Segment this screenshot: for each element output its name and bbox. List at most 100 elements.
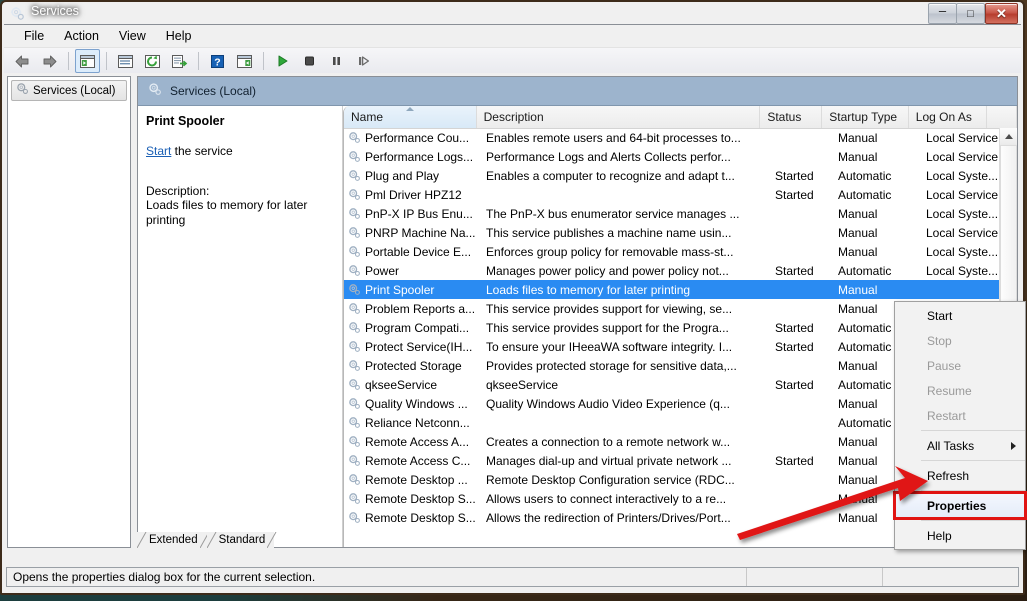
column-header-name[interactable]: Name <box>344 106 477 128</box>
chevron-up-icon <box>1004 134 1013 139</box>
service-name-label: qkseeService <box>365 377 438 392</box>
service-description-cell: Performance Logs and Alerts Collects per… <box>486 149 731 164</box>
service-name-label: PNRP Machine Na... <box>365 225 476 240</box>
action-suffix-label: the service <box>171 144 233 158</box>
menu-file[interactable]: File <box>14 27 54 45</box>
table-row[interactable]: Plug and Play Enables a computer to recog… <box>344 166 1000 185</box>
menu-help[interactable]: Help <box>156 27 202 45</box>
context-menu-separator <box>921 490 1025 491</box>
service-description-cell: Creates a connection to a remote network… <box>486 434 731 449</box>
service-name-cell: Performance Logs... <box>344 150 479 164</box>
service-name-label: Quality Windows ... <box>365 396 468 411</box>
tab-extended[interactable]: Extended <box>137 532 210 548</box>
minimize-button[interactable]: – <box>928 3 957 24</box>
context-menu-item-label: Stop <box>927 333 952 348</box>
forward-icon[interactable] <box>37 49 62 73</box>
content-area: Services (Local) Services (Local) Print … <box>4 73 1021 551</box>
column-header-blank[interactable] <box>987 106 1017 128</box>
services-gear-icon <box>16 82 29 100</box>
status-bar-segment <box>882 568 1018 586</box>
table-row[interactable]: Power Manages power policy and power poli… <box>344 261 1000 280</box>
service-name-label: Remote Access C... <box>365 453 471 468</box>
context-menu-item-resume: Resume <box>895 378 1025 403</box>
service-startup-type-cell: Manual <box>838 225 878 240</box>
table-row[interactable]: PnP-X IP Bus Enu... The PnP-X bus enumera… <box>344 204 1000 223</box>
properties-icon[interactable] <box>113 49 138 73</box>
console-tree-pane: Services (Local) <box>7 76 131 548</box>
table-row[interactable]: Print Spooler Loads files to memory for l… <box>344 280 1000 299</box>
service-description-cell: Allows the redirection of Printers/Drive… <box>486 510 731 525</box>
service-detail-action: Start the service <box>146 144 332 158</box>
table-row[interactable]: Performance Logs... Performance Logs and … <box>344 147 1000 166</box>
window-title: Services <box>31 4 79 18</box>
close-button[interactable]: ✕ <box>985 3 1018 24</box>
menu-action[interactable]: Action <box>54 27 109 45</box>
tree-item-services-local[interactable]: Services (Local) <box>11 80 127 101</box>
service-logon-cell: Local Syste... <box>926 263 999 278</box>
pane-splitter[interactable] <box>132 76 136 548</box>
table-row[interactable]: Pml Driver HPZ12 Started Automatic Local Se… <box>344 185 1000 204</box>
table-row[interactable]: PNRP Machine Na... This service publishes… <box>344 223 1000 242</box>
results-pane-body: Print Spooler Start the service Descript… <box>138 106 1017 547</box>
service-name-cell: Plug and Play <box>344 169 479 183</box>
service-startup-type-cell: Manual <box>838 130 878 145</box>
context-menu-separator <box>921 520 1025 521</box>
service-name-cell: Protected Storage <box>344 359 479 373</box>
context-menu-item-all-tasks[interactable]: All Tasks <box>895 433 1025 458</box>
start-service-icon[interactable] <box>270 49 295 73</box>
column-header-log-on-as[interactable]: Log On As <box>909 106 988 128</box>
column-header-startup-type[interactable]: Startup Type <box>822 106 909 128</box>
services-gear-icon <box>10 6 25 21</box>
context-menu-item-start[interactable]: Start <box>895 303 1025 328</box>
service-status-cell: Started <box>775 339 814 354</box>
service-description-cell: Provides protected storage for sensitive… <box>486 358 737 373</box>
service-name-cell: Quality Windows ... <box>344 397 479 411</box>
service-logon-cell: Local Syste... <box>926 168 999 183</box>
service-logon-cell: Local Syste... <box>926 244 999 259</box>
restart-service-icon[interactable] <box>351 49 376 73</box>
service-description-cell: Quality Windows Audio Video Experience (… <box>486 396 730 411</box>
show-action-pane-icon[interactable] <box>232 49 257 73</box>
table-row[interactable]: Performance Cou... Enables remote users a… <box>344 128 1000 147</box>
service-name-label: Performance Logs... <box>365 149 474 164</box>
tab-label: Extended <box>149 534 198 546</box>
pause-service-icon[interactable] <box>324 49 349 73</box>
help-icon[interactable]: ? <box>205 49 230 73</box>
service-description-cell: Allows users to connect interactively to… <box>486 491 727 506</box>
service-status-cell: Started <box>775 187 814 202</box>
stop-service-icon[interactable] <box>297 49 322 73</box>
service-startup-type-cell: Manual <box>838 282 878 297</box>
service-name-label: Protect Service(IH... <box>365 339 473 354</box>
service-startup-type-cell: Automatic <box>838 187 892 202</box>
service-name-cell: qkseeService <box>344 378 479 392</box>
tab-standard[interactable]: Standard <box>206 532 277 548</box>
context-menu-item-refresh[interactable]: Refresh <box>895 463 1025 488</box>
column-header-description[interactable]: Description <box>477 106 761 128</box>
service-startup-type-cell: Manual <box>838 149 878 164</box>
column-header-status[interactable]: Status <box>760 106 823 128</box>
results-pane-title: Services (Local) <box>170 84 257 98</box>
maximize-button[interactable]: □ <box>956 3 985 24</box>
close-icon: ✕ <box>996 5 1007 21</box>
table-row[interactable]: Portable Device E... Enforces group polic… <box>344 242 1000 261</box>
scroll-up-button[interactable] <box>1000 128 1017 145</box>
refresh-icon[interactable] <box>140 49 165 73</box>
service-name-label: Protected Storage <box>365 358 462 373</box>
service-name-cell: Remote Desktop ... <box>344 473 479 487</box>
service-startup-type-cell: Manual <box>838 244 878 259</box>
show-hide-console-tree-icon[interactable] <box>75 49 100 73</box>
start-service-link[interactable]: Start <box>146 144 171 158</box>
context-menu-item-restart: Restart <box>895 403 1025 428</box>
export-list-icon[interactable] <box>167 49 192 73</box>
context-menu-item-label: Properties <box>927 498 987 513</box>
service-description-cell: Loads files to memory for later printing <box>486 282 691 297</box>
service-description-cell: This service provides support for viewin… <box>486 301 733 316</box>
context-menu-item-help[interactable]: Help <box>895 523 1025 548</box>
description-text: Loads files to memory for later printing <box>146 198 308 227</box>
services-window: Services – □ ✕ File Action View Help ? S… <box>0 0 1025 595</box>
context-menu-item-properties[interactable]: Properties <box>893 491 1027 520</box>
title-bar: Services – □ ✕ <box>2 2 1023 24</box>
list-column-headers: Name Description Status Startup Type Log On … <box>344 106 1017 129</box>
back-icon[interactable] <box>10 49 35 73</box>
menu-view[interactable]: View <box>109 27 156 45</box>
